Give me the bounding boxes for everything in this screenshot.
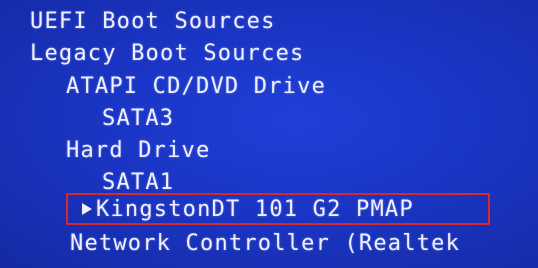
triangle-right-icon <box>82 203 92 215</box>
menu-item-uefi-boot-sources[interactable]: UEFI Boot Sources <box>30 9 276 35</box>
menu-item-kingston-usb-selected[interactable]: KingstonDT 101 G2 PMAP <box>66 193 490 225</box>
menu-item-network-controller[interactable]: Network Controller (Realtek <box>70 231 460 257</box>
menu-item-legacy-boot-sources[interactable]: Legacy Boot Sources <box>30 41 304 67</box>
menu-item-atapi-cd-dvd-drive[interactable]: ATAPI CD/DVD Drive <box>66 74 326 100</box>
menu-item-sata3[interactable]: SATA3 <box>102 106 174 132</box>
menu-item-hard-drive[interactable]: Hard Drive <box>66 138 210 164</box>
menu-item-kingston-label: KingstonDT 101 G2 PMAP <box>96 197 414 222</box>
bios-boot-menu-screen: UEFI Boot Sources Legacy Boot Sources AT… <box>0 0 538 268</box>
